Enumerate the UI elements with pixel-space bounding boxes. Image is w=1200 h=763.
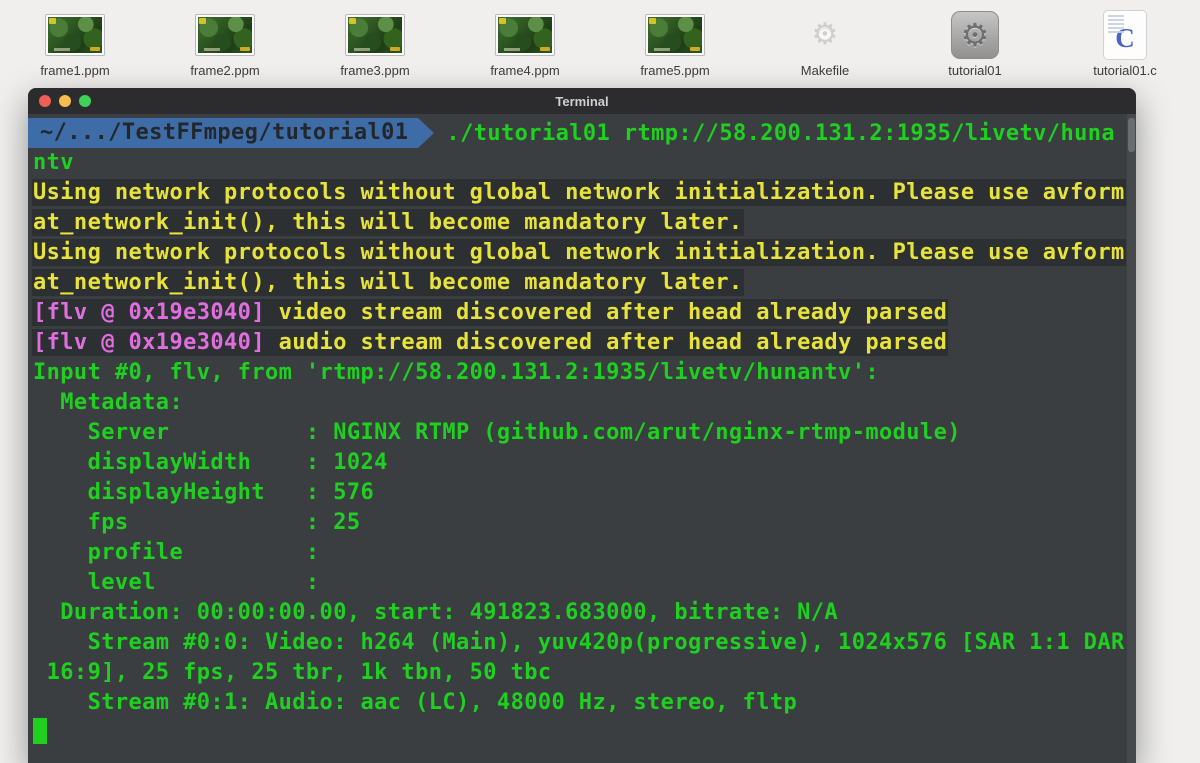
terminal-text-segment: fps : 25 xyxy=(33,510,361,535)
terminal-text-segment: Metadata: xyxy=(33,390,184,415)
terminal-text-segment: displayWidth : 1024 xyxy=(33,450,388,475)
terminal-scrollbar[interactable] xyxy=(1127,114,1136,763)
c-source-file-icon: C xyxy=(1103,10,1147,60)
command-text: ./tutorial01 rtmp://58.200.131.2:1935/li… xyxy=(446,120,1116,146)
terminal-line: displayHeight : 576 xyxy=(33,478,1136,508)
image-thumbnail-icon xyxy=(345,10,405,60)
desktop-icon-row: frame1.ppm frame2.ppm frame3.ppm frame4.ppm… xyxy=(0,0,1200,88)
terminal-text-segment: 16:9], 25 fps, 25 tbr, 1k tbn, 50 tbc xyxy=(33,660,552,685)
terminal-text-segment: Input #0, flv, from 'rtmp://58.200.131.2… xyxy=(33,360,879,385)
terminal-text-segment: [flv @ 0x19e3040] xyxy=(33,330,279,355)
terminal-cursor-line xyxy=(33,718,1136,748)
terminal-prompt-line: ~/.../TestFFmpeg/tutorial01 ./tutorial01 … xyxy=(28,118,1136,148)
terminal-text-segment: at_network_init(), this will become mand… xyxy=(33,270,743,295)
terminal-line: profile : xyxy=(33,538,1136,568)
terminal-output[interactable]: ~/.../TestFFmpeg/tutorial01 ./tutorial01 … xyxy=(28,114,1136,763)
terminal-line: displayWidth : 1024 xyxy=(33,448,1136,478)
terminal-line: 16:9], 25 fps, 25 tbr, 1k tbn, 50 tbc xyxy=(33,658,1136,688)
scrollbar-thumb[interactable] xyxy=(1128,118,1135,152)
desktop-icon-tutorial01[interactable]: ⚙ tutorial01 xyxy=(900,0,1050,94)
icon-label: frame4.ppm xyxy=(490,63,560,78)
terminal-text-segment: Server : NGINX RTMP (github.com/arut/ngi… xyxy=(33,420,961,445)
image-thumbnail-icon xyxy=(45,10,105,60)
terminal-line: Input #0, flv, from 'rtmp://58.200.131.2… xyxy=(33,358,1136,388)
icon-label: tutorial01.c xyxy=(1093,63,1157,78)
desktop-icon-frame3-ppm[interactable]: frame3.ppm xyxy=(300,0,450,94)
terminal-title: Terminal xyxy=(555,93,609,109)
terminal-line: Server : NGINX RTMP (github.com/arut/ngi… xyxy=(33,418,1136,448)
desktop-icon-frame2-ppm[interactable]: frame2.ppm xyxy=(150,0,300,94)
icon-label: tutorial01 xyxy=(948,63,1002,78)
image-thumbnail-icon xyxy=(195,10,255,60)
terminal-line: fps : 25 xyxy=(33,508,1136,538)
terminal-line: Using network protocols without global n… xyxy=(33,178,1136,208)
terminal-text-segment: at_network_init(), this will become mand… xyxy=(33,210,743,235)
gear-icon: ⚙ xyxy=(951,10,999,60)
terminal-text-segment: Stream #0:0: Video: h264 (Main), yuv420p… xyxy=(33,630,1125,655)
prompt-path: ~/.../TestFFmpeg/tutorial01 xyxy=(28,118,419,148)
terminal-line: at_network_init(), this will become mand… xyxy=(33,208,1136,238)
terminal-cursor xyxy=(33,718,47,744)
terminal-text-segment: ntv xyxy=(33,150,74,175)
terminal-line: Duration: 00:00:00.00, start: 491823.683… xyxy=(33,598,1136,628)
gear-icon: ⚙ xyxy=(812,10,839,60)
gear-icon: ⚙ xyxy=(960,17,990,53)
icon-label: frame3.ppm xyxy=(340,63,410,78)
desktop-icon-frame4-ppm[interactable]: frame4.ppm xyxy=(450,0,600,94)
icon-label: Makefile xyxy=(800,63,850,78)
desktop-icon-tutorial01-c[interactable]: Ctutorial01.c xyxy=(1050,0,1200,94)
desktop-icon-frame5-ppm[interactable]: frame5.ppm xyxy=(600,0,750,94)
terminal-text-segment: level : xyxy=(33,570,320,595)
terminal-line: level : xyxy=(33,568,1136,598)
terminal-line: Using network protocols without global n… xyxy=(33,238,1136,268)
terminal-window[interactable]: Terminal ~/.../TestFFmpeg/tutorial01 ./tu… xyxy=(28,88,1136,763)
terminal-text-segment: Stream #0:1: Audio: aac (LC), 48000 Hz, … xyxy=(33,690,798,715)
icon-label: frame1.ppm xyxy=(40,63,110,78)
terminal-text-segment: displayHeight : 576 xyxy=(33,480,375,505)
terminal-text-segment: Using network protocols without global n… xyxy=(33,180,1125,205)
terminal-text-segment: Duration: 00:00:00.00, start: 491823.683… xyxy=(33,600,839,625)
image-thumbnail-icon xyxy=(645,10,705,60)
gear-icon: ⚙ xyxy=(811,18,839,51)
terminal-text-segment: profile : xyxy=(33,540,320,565)
prompt-arrow-icon xyxy=(418,118,435,148)
desktop-icon-makefile[interactable]: ⚙ Makefile xyxy=(750,0,900,94)
icon-label: frame2.ppm xyxy=(190,63,260,78)
terminal-text-segment: video stream discovered after head alrea… xyxy=(278,300,948,325)
terminal-line: [flv @ 0x19e3040] video stream discovere… xyxy=(33,298,1136,328)
terminal-line: Stream #0:1: Audio: aac (LC), 48000 Hz, … xyxy=(33,688,1136,718)
desktop-icon-frame1-ppm[interactable]: frame1.ppm xyxy=(0,0,150,94)
terminal-line: at_network_init(), this will become mand… xyxy=(33,268,1136,298)
terminal-titlebar[interactable]: Terminal xyxy=(28,88,1136,114)
terminal-text-segment: audio stream discovered after head alrea… xyxy=(278,330,948,355)
image-thumbnail-icon xyxy=(495,10,555,60)
terminal-text-segment: Using network protocols without global n… xyxy=(33,240,1125,265)
terminal-line: [flv @ 0x19e3040] audio stream discovere… xyxy=(33,328,1136,358)
terminal-line: Metadata: xyxy=(33,388,1136,418)
terminal-line: Stream #0:0: Video: h264 (Main), yuv420p… xyxy=(33,628,1136,658)
icon-label: frame5.ppm xyxy=(640,63,710,78)
terminal-line: ntv xyxy=(33,148,1136,178)
terminal-text-segment: [flv @ 0x19e3040] xyxy=(33,300,279,325)
